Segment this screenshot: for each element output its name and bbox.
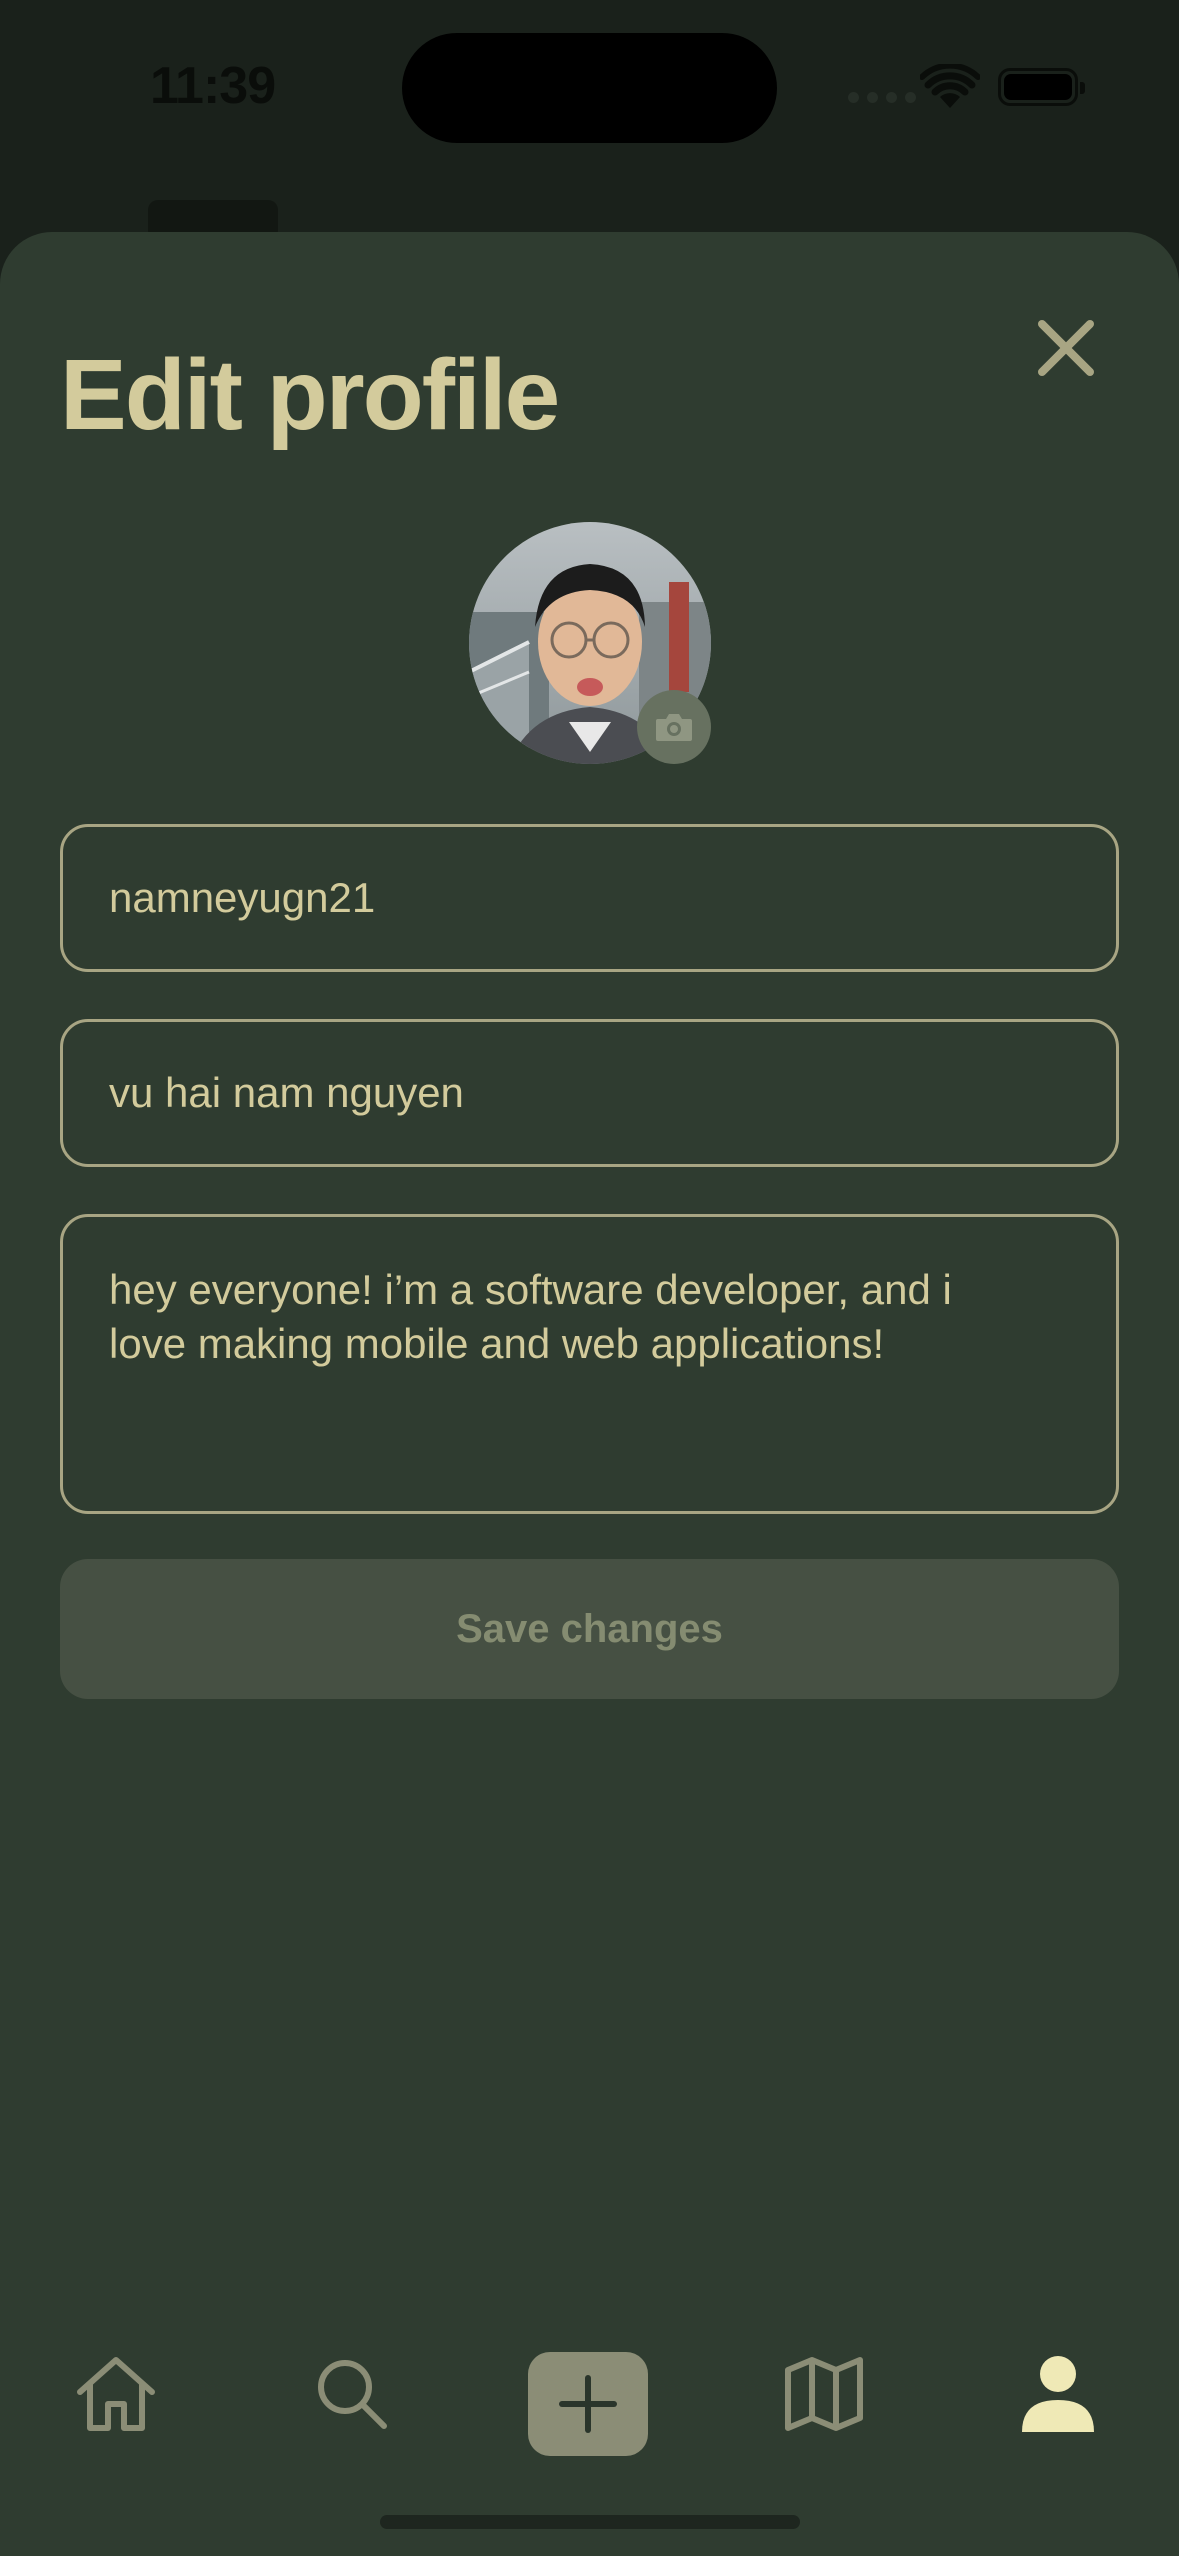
tab-add[interactable] xyxy=(528,2352,648,2456)
username-field[interactable]: namneyugn21 xyxy=(60,824,1119,972)
bio-textarea[interactable]: hey everyone! i’m a software developer, … xyxy=(60,1214,1119,1514)
camera-icon[interactable] xyxy=(637,690,711,764)
tab-search[interactable] xyxy=(304,2346,400,2442)
map-icon xyxy=(785,2357,863,2431)
profile-icon xyxy=(1022,2356,1094,2432)
status-bar: 11:39 xyxy=(0,0,1179,180)
home-indicator xyxy=(380,2515,800,2529)
plus-icon xyxy=(559,2375,617,2433)
page-title: Edit profile xyxy=(60,339,560,451)
status-time: 11:39 xyxy=(150,57,276,115)
dynamic-island xyxy=(402,33,777,143)
home-icon xyxy=(77,2357,155,2431)
close-icon[interactable] xyxy=(1030,312,1102,384)
wifi-icon xyxy=(920,64,980,108)
username-value: namneyugn21 xyxy=(109,874,376,921)
save-changes-button[interactable]: Save changes xyxy=(60,1559,1119,1699)
display-name-value: vu hai nam nguyen xyxy=(109,1069,464,1116)
avatar-picker[interactable] xyxy=(469,522,711,764)
edit-profile-sheet: Edit profile namneyugn21 vu hai nam nguy… xyxy=(0,232,1179,2556)
bio-line: love making mobile and web applications! xyxy=(109,1320,885,1367)
tab-profile[interactable] xyxy=(1010,2346,1106,2442)
tab-home[interactable] xyxy=(68,2346,164,2442)
cellular-signal-icon xyxy=(848,92,916,103)
tab-map[interactable] xyxy=(776,2346,872,2442)
bio-line: hey everyone! i’m a software developer, … xyxy=(109,1266,952,1313)
battery-icon xyxy=(998,68,1085,106)
search-icon xyxy=(318,2360,387,2429)
tab-bar xyxy=(0,2320,1179,2490)
display-name-field[interactable]: vu hai nam nguyen xyxy=(60,1019,1119,1167)
